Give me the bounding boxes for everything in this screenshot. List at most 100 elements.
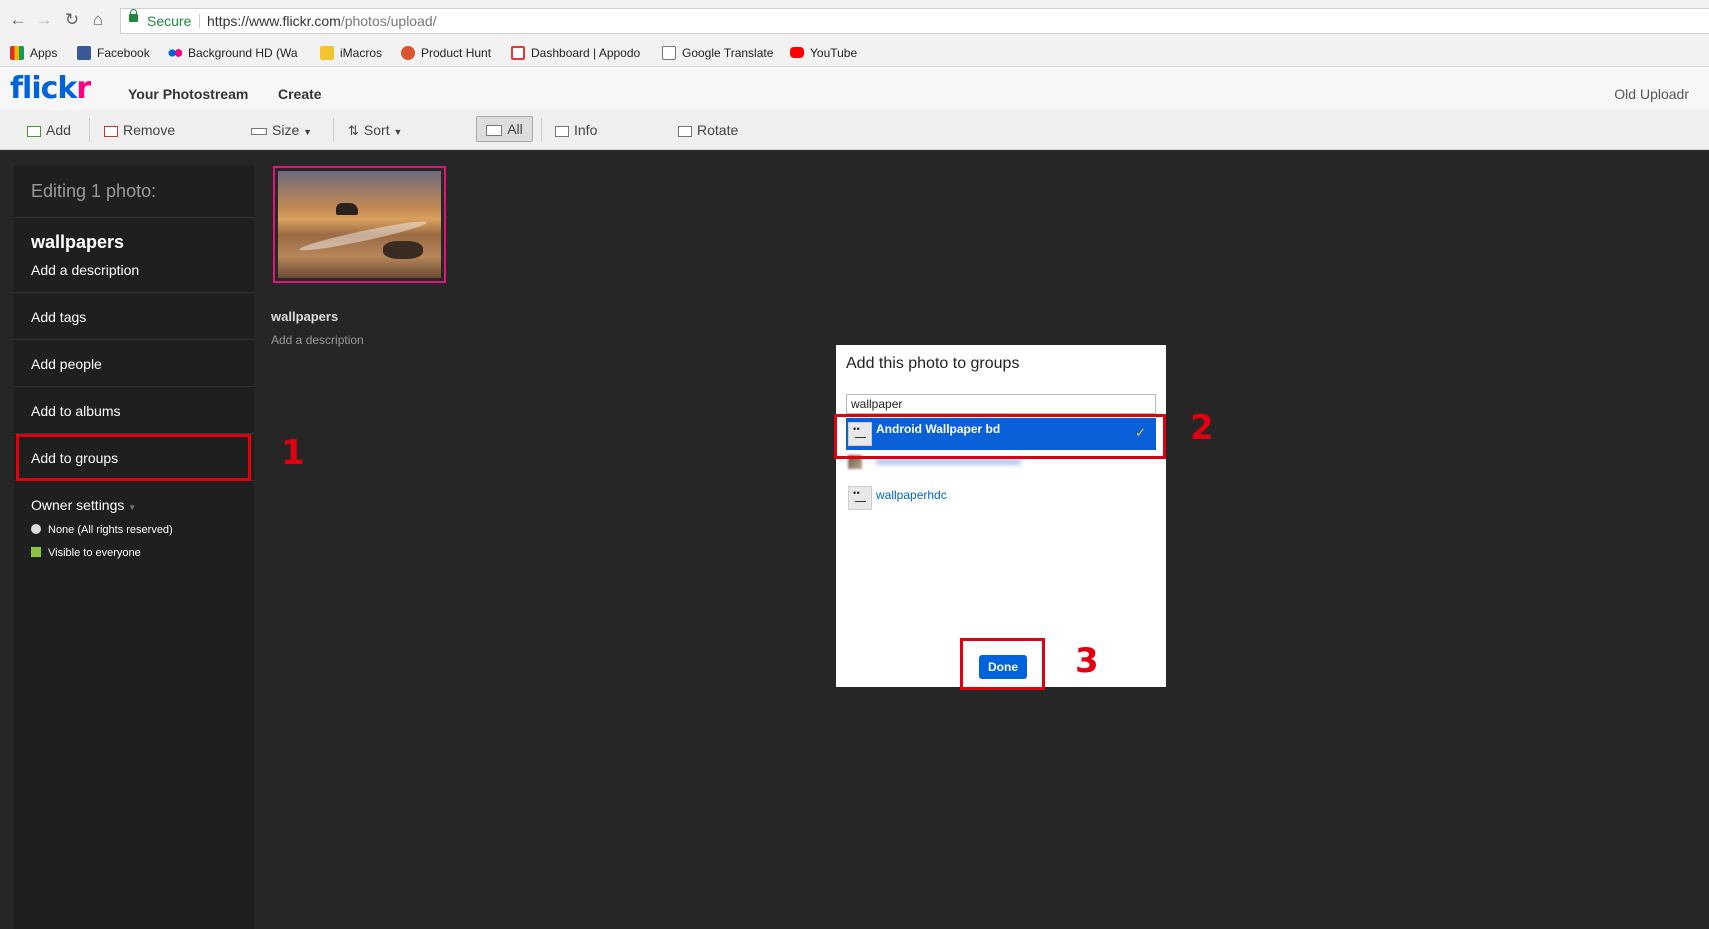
bookmark-label: iMacros xyxy=(340,46,383,60)
visibility-label: Visible to everyone xyxy=(48,547,141,559)
sort-arrows-icon: ⇅ xyxy=(348,123,359,138)
bookmark-youtube[interactable]: YouTube xyxy=(790,44,857,62)
step-number-3: 3 xyxy=(1075,641,1099,681)
flickr-logo[interactable]: flickr xyxy=(10,71,91,106)
group-item-wallpaperhdc[interactable]: wallpaperhdc xyxy=(846,483,1156,511)
add-description-field[interactable]: Add a description xyxy=(31,262,139,278)
editing-title: Editing 1 photo: xyxy=(31,181,157,201)
remove-photo-icon xyxy=(104,126,118,137)
logo-accent: r xyxy=(76,71,91,106)
bookmark-background-hd[interactable]: Background HD (Wa xyxy=(168,44,298,62)
divider xyxy=(14,217,254,218)
back-arrow-icon[interactable]: ← xyxy=(8,10,28,30)
sort-dropdown[interactable]: ⇅ Sort ▼ xyxy=(348,119,402,141)
bookmark-facebook[interactable]: Facebook xyxy=(77,44,150,62)
size-icon xyxy=(251,128,267,135)
forward-arrow-icon[interactable]: → xyxy=(34,10,54,30)
size-dropdown[interactable]: Size ▼ xyxy=(251,119,312,141)
youtube-icon xyxy=(790,47,804,58)
home-icon[interactable]: ⌂ xyxy=(88,10,108,30)
add-people-field[interactable]: Add people xyxy=(31,356,102,372)
rotate-button[interactable]: Rotate xyxy=(678,119,738,141)
step-number-2: 2 xyxy=(1190,408,1214,448)
bookmark-google-translate[interactable]: Google Translate xyxy=(662,44,773,62)
highlight-box-group-item xyxy=(834,414,1166,459)
photo-caption-title[interactable]: wallpapers xyxy=(271,309,338,324)
step-number-1: 1 xyxy=(281,433,305,473)
url-bar[interactable]: Secure https://www.flickr.com/photos/upl… xyxy=(120,8,1709,34)
url-text: https://www.flickr.com/photos/upload/ xyxy=(207,9,437,33)
add-label: Add xyxy=(46,122,71,138)
bookmark-label: YouTube xyxy=(810,46,858,60)
add-button[interactable]: Add xyxy=(27,119,71,141)
group-name: wallpaperhdc xyxy=(876,488,947,502)
owner-settings-label: Owner settings xyxy=(31,497,125,513)
lock-icon xyxy=(129,9,138,22)
bookmark-label: Product Hunt xyxy=(421,46,492,60)
old-uploadr-link[interactable]: Old Uploadr xyxy=(1614,86,1689,102)
remove-label: Remove xyxy=(123,122,176,138)
bookmark-dashboard-appodeal[interactable]: Dashboard | Appodo xyxy=(511,44,640,62)
info-button[interactable]: Info xyxy=(555,119,597,141)
bookmark-label: Google Translate xyxy=(682,46,774,60)
chevron-down-icon: ▼ xyxy=(128,503,137,512)
appodeal-icon xyxy=(511,46,525,60)
photo-caption-description[interactable]: Add a description xyxy=(271,333,364,347)
nav-create[interactable]: Create xyxy=(278,86,322,102)
url-host: https://www.flickr.com xyxy=(207,13,341,29)
add-to-groups-dialog: Add this photo to groups Android Wallpap… xyxy=(836,345,1166,687)
bookmark-product-hunt[interactable]: Product Hunt xyxy=(401,44,491,62)
select-all-icon xyxy=(486,125,503,136)
photo-thumbnail[interactable] xyxy=(273,166,446,283)
folder-icon xyxy=(320,46,334,60)
copyright-icon xyxy=(31,524,41,534)
add-tags-field[interactable]: Add tags xyxy=(31,309,86,325)
bookmark-label: Dashboard | Appodo xyxy=(531,46,641,60)
public-icon xyxy=(31,547,41,557)
chevron-down-icon: ▼ xyxy=(303,127,313,137)
add-to-albums-field[interactable]: Add to albums xyxy=(31,403,121,419)
group-search-input[interactable] xyxy=(846,394,1156,414)
highlight-box-add-to-groups xyxy=(16,434,251,481)
rotate-label: Rotate xyxy=(697,122,739,138)
divider xyxy=(14,386,254,387)
dialog-title: Add this photo to groups xyxy=(846,355,1020,372)
rotate-icon xyxy=(678,126,692,137)
bookmark-label: Facebook xyxy=(97,46,150,60)
bookmark-label: Apps xyxy=(30,46,58,60)
remove-button[interactable]: Remove xyxy=(104,119,175,141)
bookmark-label: Background HD (Wa xyxy=(188,46,298,60)
license-label: None (All rights reserved) xyxy=(48,524,173,536)
toolbar-divider xyxy=(333,118,334,142)
beach-photo-image xyxy=(278,171,441,278)
nav-your-photostream[interactable]: Your Photostream xyxy=(128,86,248,102)
info-icon xyxy=(555,126,569,137)
bookmark-apps[interactable]: Apps xyxy=(10,44,57,62)
select-all-button[interactable]: All xyxy=(476,116,533,142)
size-label: Size xyxy=(272,122,300,138)
reload-icon[interactable]: ↻ xyxy=(62,10,82,30)
bookmark-imacros[interactable]: iMacros xyxy=(320,44,382,62)
url-path: /photos/upload/ xyxy=(340,13,437,29)
url-separator xyxy=(199,14,200,28)
photo-title-field[interactable]: wallpapers xyxy=(31,232,124,253)
toolbar-divider xyxy=(541,118,542,142)
edit-sidebar: Editing 1 photo: wallpapers Add a descri… xyxy=(14,166,254,929)
page-icon xyxy=(662,46,676,60)
owner-settings-toggle[interactable]: Owner settings ▼ xyxy=(31,497,136,513)
license-setting[interactable]: None (All rights reserved) xyxy=(31,524,173,536)
sort-label: Sort xyxy=(363,122,390,138)
browser-address-bar: ← → ↻ ⌂ Secure https://www.flickr.com/ph… xyxy=(0,0,1709,40)
facebook-icon xyxy=(77,46,91,60)
upload-toolbar: Add Remove Size ▼ ⇅ Sort ▼ All Info Rotat… xyxy=(0,110,1709,150)
add-photo-icon xyxy=(27,126,41,137)
flickr-header: flickr Your Photostream Create Old Uploa… xyxy=(0,67,1709,110)
highlight-box-done xyxy=(960,638,1045,690)
blurred-group-name xyxy=(876,459,1021,465)
visibility-setting[interactable]: Visible to everyone xyxy=(31,547,141,559)
divider xyxy=(14,292,254,293)
apps-grid-icon xyxy=(10,46,24,60)
toolbar-divider xyxy=(89,118,90,142)
all-label: All xyxy=(507,121,523,137)
bookmarks-bar: Apps Facebook Background HD (Wa iMacros … xyxy=(0,40,1709,67)
